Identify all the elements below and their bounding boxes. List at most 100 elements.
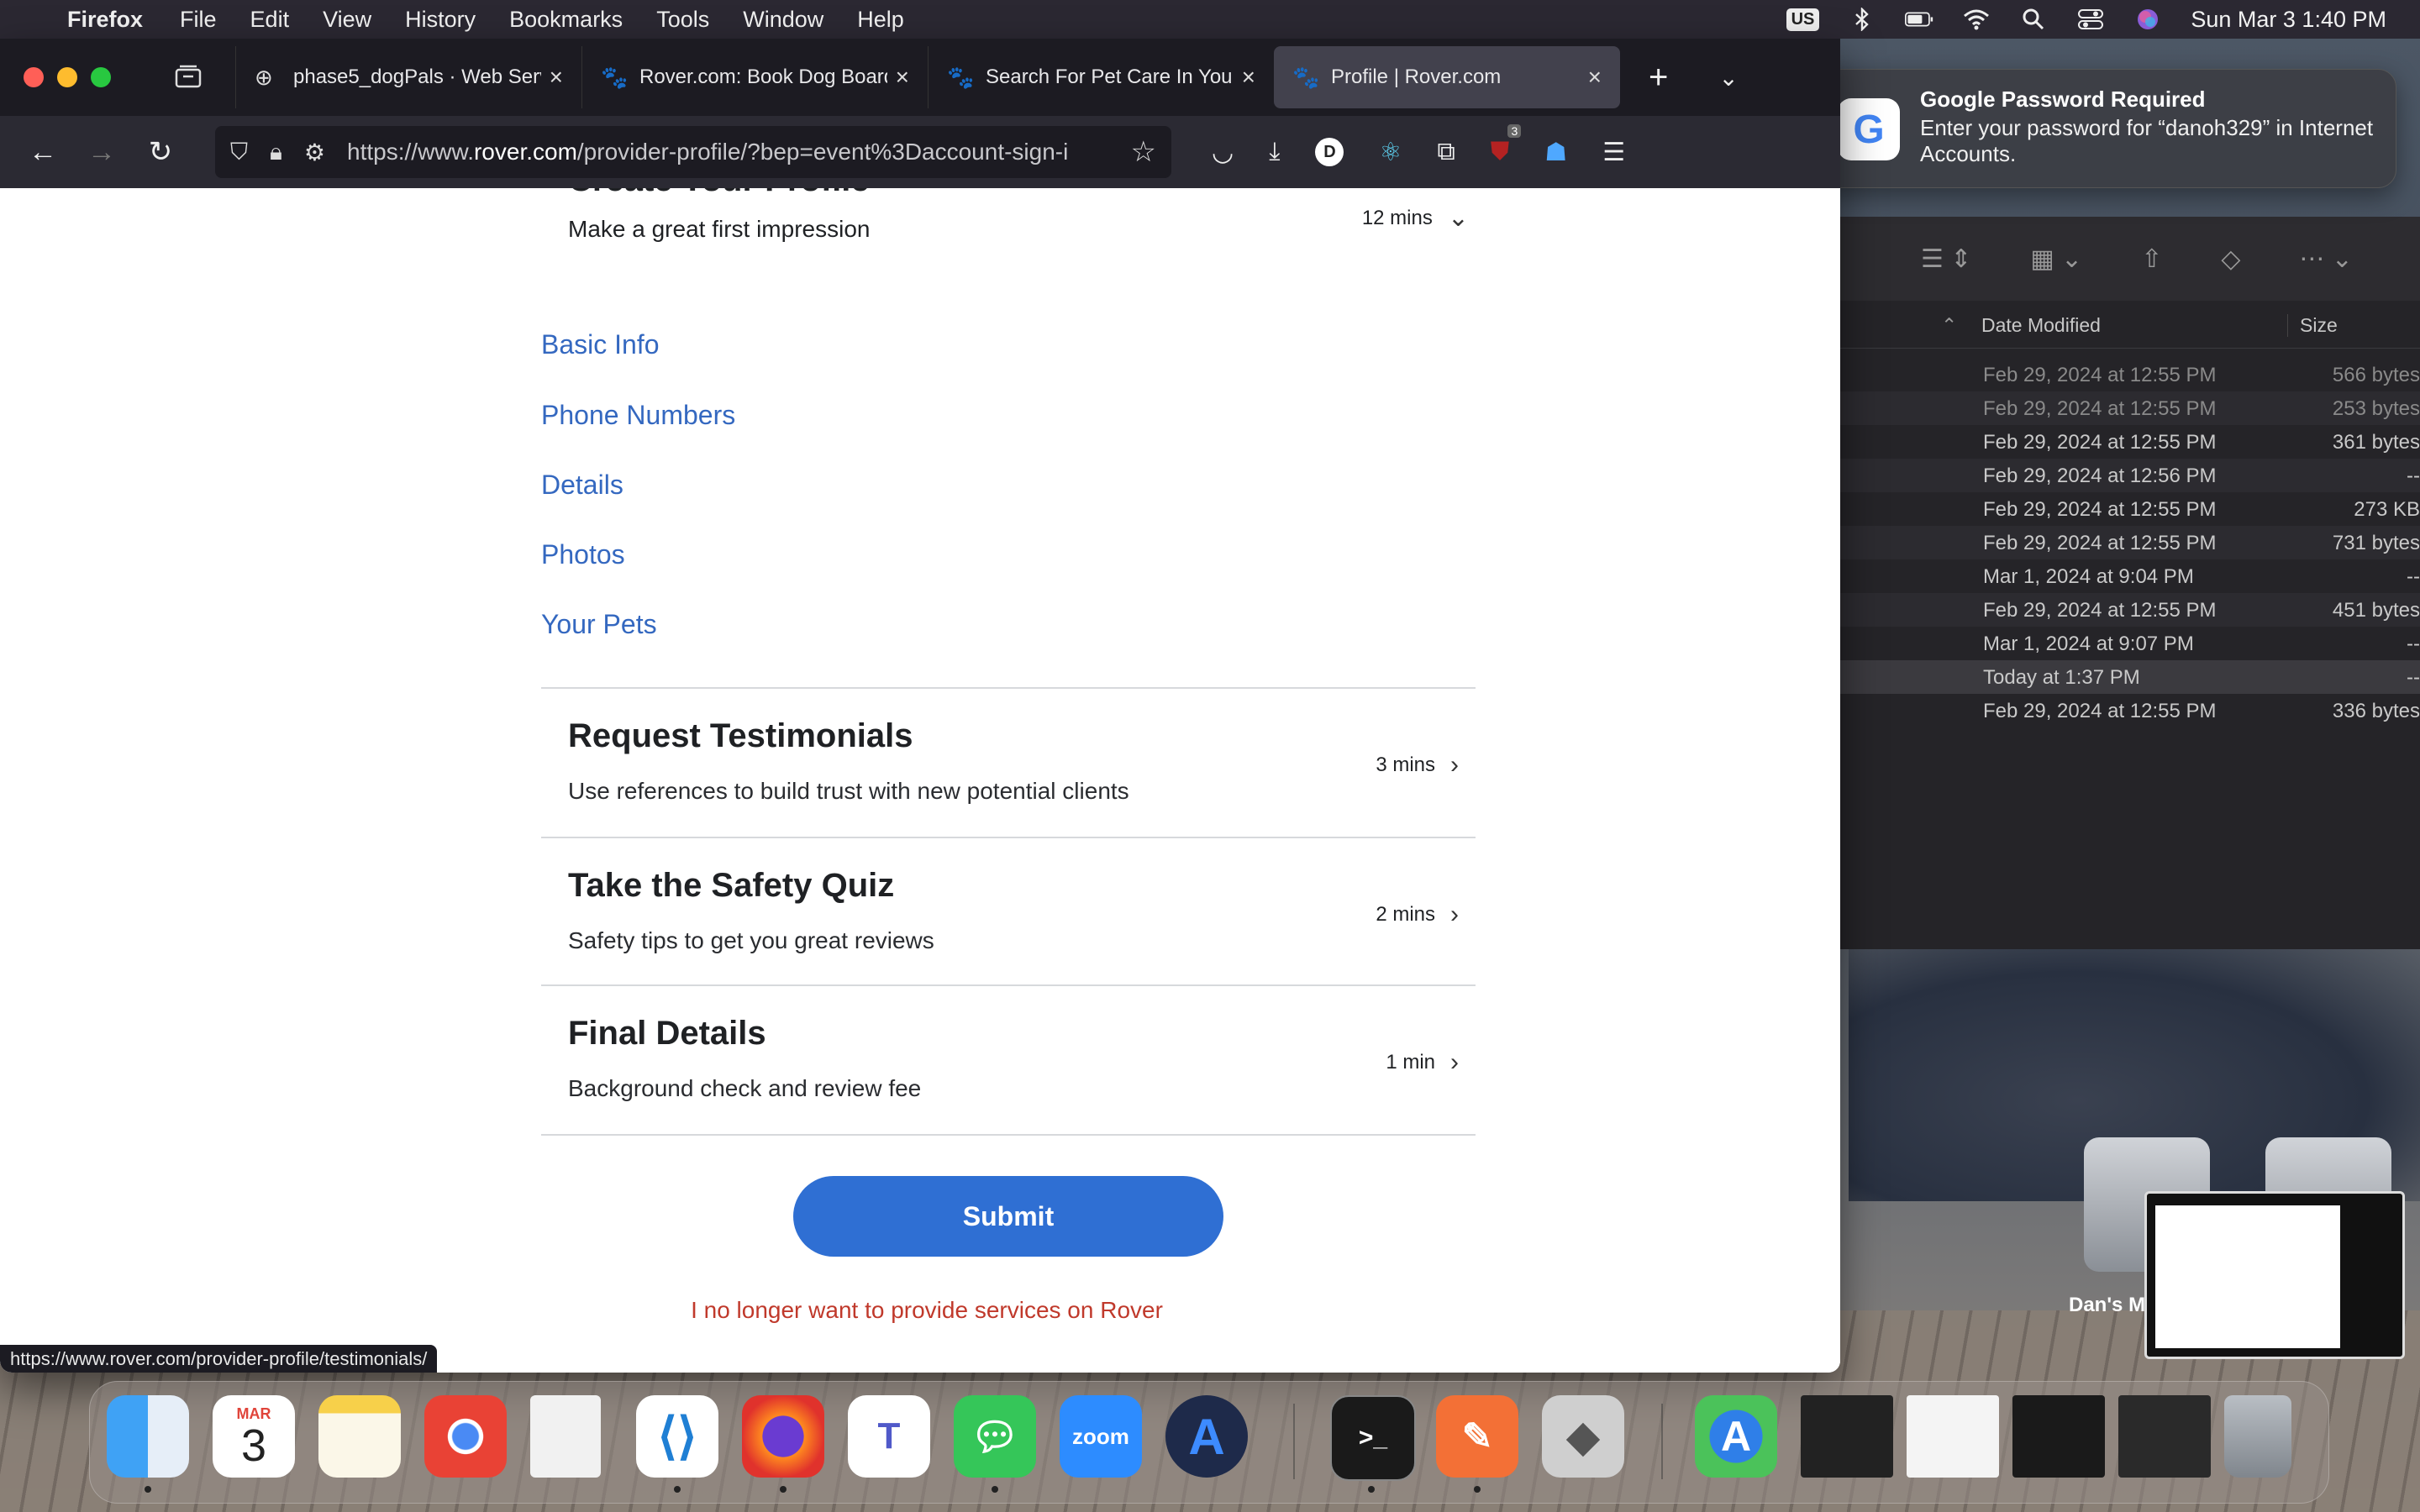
dock-finder-icon[interactable] (107, 1395, 189, 1478)
close-tab-icon[interactable]: × (1588, 64, 1602, 91)
list-view-icon[interactable]: ☰ ⇕ (1921, 244, 1971, 274)
task-request-testimonials[interactable]: Request Testimonials Use references to b… (541, 689, 1476, 837)
close-tab-icon[interactable]: × (550, 64, 563, 91)
finder-row[interactable]: Mar 1, 2024 at 9:04 PM -- (1840, 559, 2420, 593)
create-profile-section[interactable]: Create Your Profile Make a great first i… (568, 188, 1476, 243)
column-date-modified[interactable]: Date Modified (1981, 314, 2101, 337)
finder-row[interactable]: Feb 29, 2024 at 12:55 PM 566 bytes (1840, 358, 2420, 391)
menu-tools[interactable]: Tools (656, 7, 709, 33)
dock-messages-icon[interactable]: 💬︎ (954, 1395, 1036, 1478)
finder-row[interactable]: Feb 29, 2024 at 12:55 PM 273 KB (1840, 492, 2420, 526)
menu-bar-clock[interactable]: Sun Mar 3 1:40 PM (2191, 7, 2386, 33)
wifi-icon[interactable] (1962, 8, 1991, 31)
tag-icon[interactable]: ◇ (2221, 244, 2240, 274)
url-bar[interactable]: ⛉ 🔒︎ ⚙︎ https://www.rover.com/provider-p… (215, 126, 1171, 178)
extensions-puzzle-icon[interactable]: ⧉ (1437, 138, 1455, 166)
finder-row[interactable]: Mar 1, 2024 at 9:07 PM -- (1840, 627, 2420, 660)
dock-terminal-icon[interactable]: >_ (1330, 1395, 1416, 1481)
reload-button[interactable]: ↻ (131, 135, 190, 169)
menu-app-name[interactable]: Firefox (67, 7, 143, 33)
input-source-badge[interactable]: US (1786, 8, 1820, 31)
dock-minimized-window-icon[interactable] (2118, 1395, 2211, 1478)
submit-button[interactable]: Submit (793, 1176, 1223, 1257)
menu-help[interactable]: Help (857, 7, 904, 33)
menu-view[interactable]: View (323, 7, 371, 33)
dock-postman-icon[interactable]: ✎ (1436, 1395, 1518, 1478)
dock-roblox-icon[interactable]: ◆ (1542, 1395, 1624, 1478)
forward-button[interactable]: → (72, 136, 131, 169)
chevron-down-icon[interactable]: ⌄ (1448, 203, 1469, 233)
menu-bookmarks[interactable]: Bookmarks (509, 7, 623, 33)
link-photos[interactable]: Photos (541, 539, 625, 570)
link-your-pets[interactable]: Your Pets (541, 609, 657, 640)
extension-d-avatar[interactable]: D (1315, 138, 1344, 166)
dock-notes-icon[interactable] (318, 1395, 401, 1478)
task-final-details[interactable]: Final Details Background check and revie… (541, 986, 1476, 1134)
close-tab-icon[interactable]: × (1242, 64, 1255, 91)
menu-history[interactable]: History (405, 7, 476, 33)
tab-rover-search[interactable]: 🐾 Search For Pet Care In Your × (928, 46, 1274, 108)
dock-trash-icon[interactable] (2224, 1395, 2291, 1478)
app-menu-icon[interactable]: ☰ (1602, 138, 1625, 167)
dock-minimized-window-icon[interactable] (2012, 1395, 2105, 1478)
dock-xcode-icon[interactable]: A (1695, 1395, 1777, 1478)
ublock-origin-icon[interactable]: ⛊ 3 (1491, 124, 1522, 166)
link-details[interactable]: Details (541, 470, 623, 501)
finder-row[interactable]: Feb 29, 2024 at 12:55 PM 253 bytes (1840, 391, 2420, 425)
disk-label[interactable]: Dan's M (2069, 1294, 2145, 1317)
close-tab-icon[interactable]: × (896, 64, 909, 91)
finder-row[interactable]: Feb 29, 2024 at 12:55 PM 451 bytes (1840, 593, 2420, 627)
pocket-icon[interactable]: ◡ (1212, 138, 1234, 167)
tracking-protection-shield-icon[interactable]: ⛉ (230, 139, 248, 166)
column-size[interactable]: Size (2287, 314, 2338, 337)
bluetooth-icon[interactable] (1848, 8, 1876, 31)
task-safety-quiz[interactable]: Take the Safety Quiz Safety tips to get … (541, 838, 1476, 986)
spotlight-search-icon[interactable] (2019, 8, 2048, 31)
screenshot-thumbnail[interactable] (2144, 1191, 2405, 1359)
link-phone-numbers[interactable]: Phone Numbers (541, 400, 735, 431)
minimize-window-button[interactable] (57, 67, 77, 87)
tab-rover-boarding[interactable]: 🐾 Rover.com: Book Dog Boardi × (581, 46, 928, 108)
group-by-icon[interactable]: ▦ ⌄ (2030, 244, 2082, 274)
dock-teams-icon[interactable]: T (848, 1395, 930, 1478)
firefox-view-icon[interactable] (156, 65, 220, 90)
bookmark-star-icon[interactable]: ☆ (1131, 135, 1156, 169)
finder-row[interactable]: Feb 29, 2024 at 12:55 PM 336 bytes (1840, 694, 2420, 727)
siri-icon[interactable] (2133, 8, 2162, 31)
notification-banner[interactable]: G Google Password Required Enter your pa… (1818, 69, 2396, 188)
list-all-tabs-chevron-icon[interactable]: ⌄ (1718, 64, 1738, 92)
new-tab-button[interactable]: + (1649, 59, 1668, 97)
battery-icon[interactable] (1905, 8, 1933, 31)
permissions-icon[interactable]: ⚙︎ (304, 139, 325, 166)
tab-github[interactable]: ⊕ phase5_dogPals · Web Servi × (235, 46, 581, 108)
menu-edit[interactable]: Edit (250, 7, 290, 33)
dock-arc-icon[interactable]: A (1165, 1395, 1248, 1478)
control-center-icon[interactable] (2076, 8, 2105, 31)
zoom-window-button[interactable] (91, 67, 111, 87)
dock-zoom-icon[interactable]: zoom (1060, 1395, 1142, 1478)
dock-calendar-icon[interactable]: MAR 3 (213, 1395, 295, 1478)
sort-caret-icon[interactable]: ⌃ (1941, 314, 1957, 337)
share-icon[interactable]: ⇧ (2141, 244, 2162, 274)
close-window-button[interactable] (24, 67, 44, 87)
url-text[interactable]: https://www.rover.com/provider-profile/?… (347, 139, 1113, 165)
menu-window[interactable]: Window (743, 7, 823, 33)
finder-row[interactable]: Today at 1:37 PM -- (1840, 660, 2420, 694)
finder-row[interactable]: Feb 29, 2024 at 12:55 PM 361 bytes (1840, 425, 2420, 459)
react-devtools-icon[interactable]: ⚛ (1379, 138, 1402, 167)
tab-rover-profile[interactable]: 🐾 Profile | Rover.com × (1274, 46, 1620, 108)
back-button[interactable]: ← (13, 136, 72, 169)
dock-textedit-icon[interactable] (530, 1395, 601, 1478)
lock-icon[interactable]: 🔒︎ (270, 139, 282, 166)
finder-row[interactable]: Feb 29, 2024 at 12:56 PM -- (1840, 459, 2420, 492)
link-basic-info[interactable]: Basic Info (541, 329, 660, 360)
menu-file[interactable]: File (180, 7, 217, 33)
dock-chrome-icon[interactable] (424, 1395, 507, 1478)
dock-firefox-icon[interactable] (742, 1395, 824, 1478)
finder-row[interactable]: Feb 29, 2024 at 12:55 PM 731 bytes (1840, 526, 2420, 559)
downloads-icon[interactable]: ⤓ (1269, 138, 1280, 166)
stop-providing-services-link[interactable]: I no longer want to provide services on … (7, 1297, 1840, 1324)
dock-vscode-icon[interactable]: ⟨⟩ (636, 1395, 718, 1478)
more-actions-icon[interactable]: ⋯ ⌄ (2299, 244, 2352, 274)
ghostery-icon[interactable]: ☗ (1544, 138, 1567, 167)
